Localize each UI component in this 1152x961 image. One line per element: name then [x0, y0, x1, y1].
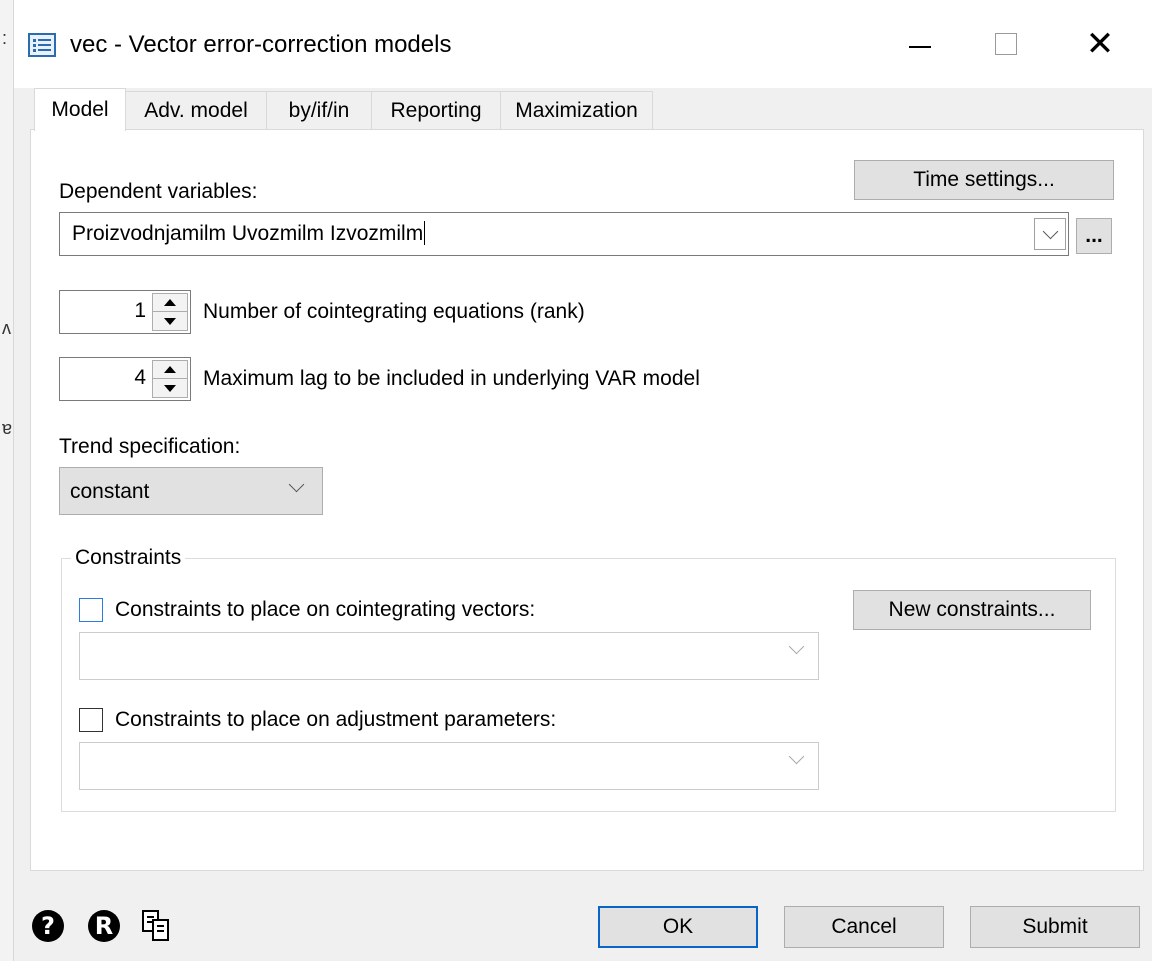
- cointegrating-constraints-label: Constraints to place on cointegrating ve…: [115, 598, 536, 621]
- trend-specification-value: constant: [70, 480, 150, 503]
- cancel-button[interactable]: Cancel: [784, 906, 944, 948]
- window-title: vec - Vector error-correction models: [70, 31, 452, 58]
- new-constraints-button[interactable]: New constraints...: [853, 590, 1091, 630]
- close-icon: ✕: [1085, 24, 1115, 64]
- max-lag-decrement-button[interactable]: [153, 379, 187, 397]
- tab-maximization[interactable]: Maximization: [500, 91, 653, 129]
- dependent-variables-label: Dependent variables:: [59, 180, 258, 203]
- max-lag-stepper[interactable]: 4: [59, 357, 191, 401]
- adjustment-constraints-combo: [79, 742, 819, 790]
- rank-stepper[interactable]: 1: [59, 290, 191, 334]
- trend-specification-label: Trend specification:: [59, 435, 241, 458]
- background-glyph: ɐ: [2, 418, 13, 438]
- tab-model[interactable]: Model: [34, 88, 126, 131]
- help-icon[interactable]: ?: [32, 910, 64, 942]
- copy-command-icon[interactable]: [142, 910, 172, 942]
- minimize-icon: [909, 46, 931, 48]
- max-lag-increment-button[interactable]: [153, 361, 187, 379]
- dialog-list-icon: [28, 33, 56, 57]
- tab-by-if-in[interactable]: by/if/in: [266, 91, 372, 129]
- chevron-down-icon: [1042, 223, 1058, 239]
- tab-reporting[interactable]: Reporting: [371, 91, 501, 129]
- tab-strip: Model Adv. model by/if/in Reporting Maxi…: [14, 88, 1152, 131]
- maximize-button[interactable]: [976, 18, 1036, 70]
- dependent-variables-input[interactable]: Proizvodnjamilm Uvozmilm Izvozmilm: [59, 212, 1069, 256]
- adjustment-constraints-checkbox[interactable]: [79, 708, 103, 732]
- chevron-down-icon: [788, 748, 805, 765]
- chevron-down-icon: [788, 638, 805, 655]
- background-window-edge: : ʌ ɐ: [0, 0, 13, 961]
- dependent-variables-value: Proizvodnjamilm Uvozmilm Izvozmilm: [72, 221, 426, 245]
- rank-label: Number of cointegrating equations (rank): [203, 300, 585, 323]
- dependent-variables-dropdown[interactable]: [1034, 218, 1066, 250]
- arrow-up-icon: [164, 299, 176, 306]
- cointegrating-constraints-combo: [79, 632, 819, 680]
- constraints-legend: Constraints: [71, 546, 186, 570]
- max-lag-value: 4: [134, 366, 146, 389]
- close-button[interactable]: ✕: [1070, 18, 1130, 70]
- chevron-down-icon: [288, 476, 305, 493]
- submit-button[interactable]: Submit: [970, 906, 1140, 948]
- arrow-up-icon: [164, 366, 176, 373]
- maximize-icon: [995, 33, 1017, 55]
- tab-adv-model[interactable]: Adv. model: [125, 91, 267, 129]
- title-bar[interactable]: vec - Vector error-correction models ✕: [14, 0, 1152, 88]
- background-glyph: ʌ: [2, 318, 11, 338]
- max-lag-spin-buttons: [152, 360, 188, 398]
- background-glyph: :: [2, 28, 8, 48]
- dialog-window: vec - Vector error-correction models ✕ M…: [13, 0, 1152, 961]
- rank-decrement-button[interactable]: [153, 312, 187, 330]
- browse-variables-button[interactable]: ...: [1076, 218, 1112, 254]
- arrow-down-icon: [164, 384, 176, 392]
- reset-icon[interactable]: R: [88, 910, 120, 942]
- time-settings-button[interactable]: Time settings...: [854, 160, 1114, 200]
- arrow-down-icon: [164, 317, 176, 325]
- ok-button[interactable]: OK: [598, 906, 758, 948]
- text-caret: [424, 221, 426, 245]
- trend-specification-select[interactable]: constant: [59, 467, 323, 515]
- rank-spin-buttons: [152, 293, 188, 331]
- rank-increment-button[interactable]: [153, 294, 187, 312]
- minimize-button[interactable]: [890, 18, 950, 70]
- dialog-client-area: Model Adv. model by/if/in Reporting Maxi…: [14, 88, 1152, 961]
- model-tab-panel: Time settings... Dependent variables: Pr…: [30, 129, 1144, 871]
- rank-value: 1: [134, 299, 146, 322]
- max-lag-label: Maximum lag to be included in underlying…: [203, 367, 700, 390]
- cointegrating-constraints-checkbox[interactable]: [79, 598, 103, 622]
- adjustment-constraints-label: Constraints to place on adjustment param…: [115, 708, 557, 731]
